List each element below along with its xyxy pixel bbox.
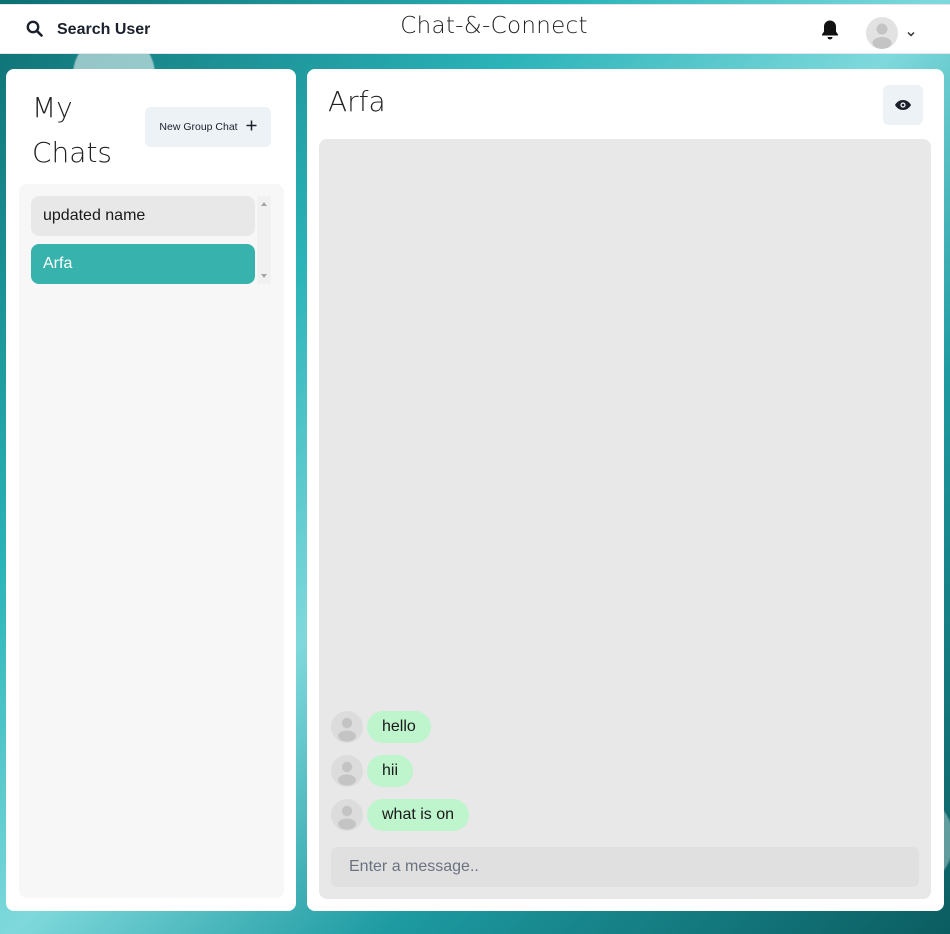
chat-list-item-name: Arfa	[43, 255, 73, 272]
user-icon	[338, 717, 356, 742]
chat-title: Arfa	[328, 85, 386, 118]
top-bar: Search User Chat-&-Connect	[0, 4, 950, 54]
message-row: hii	[331, 755, 414, 787]
chat-list-item[interactable]: updated name	[31, 196, 255, 236]
chat-list-item[interactable]: Arfa	[31, 244, 255, 284]
message-row: hello	[331, 711, 431, 743]
sender-avatar[interactable]	[331, 711, 363, 743]
sender-avatar[interactable]	[331, 755, 363, 787]
my-chats-heading: My Chats	[32, 85, 142, 175]
new-group-chat-label: New Group Chat	[159, 121, 238, 133]
new-group-chat-button[interactable]: New Group Chat	[145, 107, 271, 147]
message-bubble: hello	[367, 711, 431, 743]
chat-list: updated name Arfa	[19, 184, 284, 898]
my-chats-panel: My Chats New Group Chat updated name Arf…	[6, 69, 296, 911]
message-input[interactable]	[331, 847, 919, 887]
user-icon	[338, 761, 356, 786]
message-bubble: hii	[367, 755, 414, 787]
app-title: Chat-&-Connect	[400, 13, 588, 39]
my-chats-title-line1: My	[32, 91, 73, 124]
user-icon	[872, 23, 892, 49]
plus-icon	[246, 120, 257, 134]
view-profile-button[interactable]	[883, 85, 923, 125]
bell-icon[interactable]	[820, 19, 840, 45]
messages-area: hello hii what is on	[319, 139, 931, 899]
message-row: what is on	[331, 799, 470, 831]
sender-avatar[interactable]	[331, 799, 363, 831]
profile-menu-button[interactable]	[866, 17, 916, 49]
avatar	[866, 17, 898, 49]
chat-list-scrollbar[interactable]	[257, 196, 271, 284]
user-icon	[338, 805, 356, 830]
my-chats-title-line2: Chats	[32, 136, 113, 169]
eye-icon	[894, 96, 912, 115]
chevron-down-icon	[906, 24, 916, 43]
chat-panel: Arfa hello hii what is on	[307, 69, 944, 911]
chat-list-item-name: updated name	[43, 207, 146, 224]
message-bubble: what is on	[367, 799, 470, 831]
